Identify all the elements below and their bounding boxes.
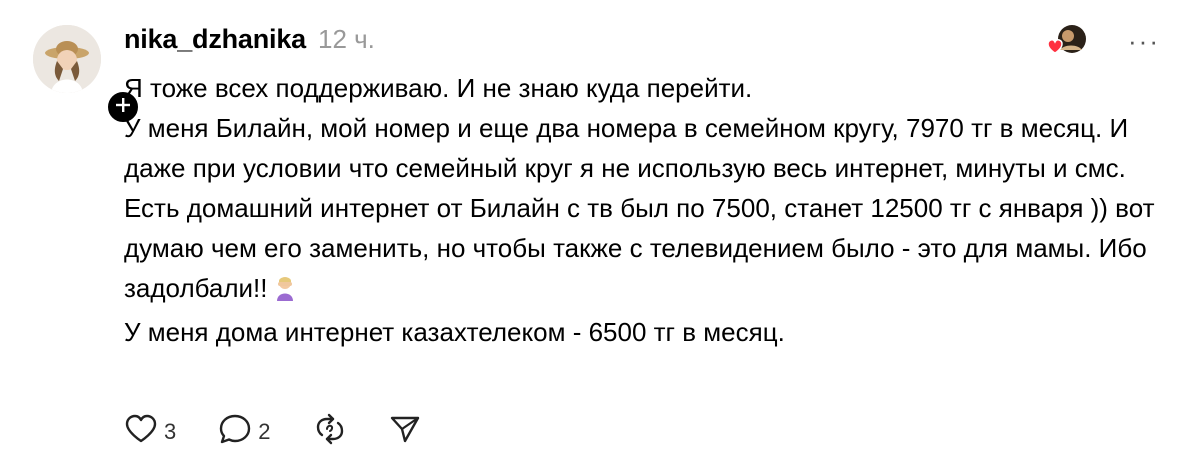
reply-button[interactable]: 2 xyxy=(218,413,271,450)
post-paragraph-2: У меня Билайн, мой номер и еще два номер… xyxy=(124,113,1129,183)
post-body: Я тоже всех поддерживаю. И не знаю куда … xyxy=(124,68,1184,352)
like-button[interactable]: 3 xyxy=(124,414,176,449)
repost-icon xyxy=(313,413,347,450)
author-avatar-wrap[interactable] xyxy=(33,25,141,125)
header-tools: ··· xyxy=(1038,22,1160,60)
share-icon xyxy=(389,414,421,449)
reply-count: 2 xyxy=(258,418,271,444)
like-count: 3 xyxy=(164,418,177,444)
comment-icon xyxy=(218,413,252,450)
post-actions: 3 2 xyxy=(124,413,463,450)
post-card: nika_dzhanika 12 ч. ··· Я тоже всех подд… xyxy=(0,0,1200,475)
liked-by-avatars-icon[interactable] xyxy=(1038,22,1090,60)
post-paragraph-1: Я тоже всех поддерживаю. И не знаю куда … xyxy=(124,73,753,103)
post-paragraph-4: У меня дома интернет казахтелеком - 6500… xyxy=(124,317,785,347)
person-facepalming-emoji xyxy=(274,272,296,312)
share-button[interactable] xyxy=(389,414,421,449)
more-dots-icon[interactable]: ··· xyxy=(1128,28,1160,54)
username[interactable]: nika_dzhanika xyxy=(124,24,306,55)
repost-button[interactable] xyxy=(313,413,347,450)
post-paragraph-3: Есть домашний интернет от Билайн с тв бы… xyxy=(124,188,1184,312)
post-header: nika_dzhanika 12 ч. xyxy=(124,24,375,60)
heart-icon xyxy=(124,414,158,449)
timestamp[interactable]: 12 ч. xyxy=(318,24,375,55)
avatar[interactable] xyxy=(33,25,101,93)
